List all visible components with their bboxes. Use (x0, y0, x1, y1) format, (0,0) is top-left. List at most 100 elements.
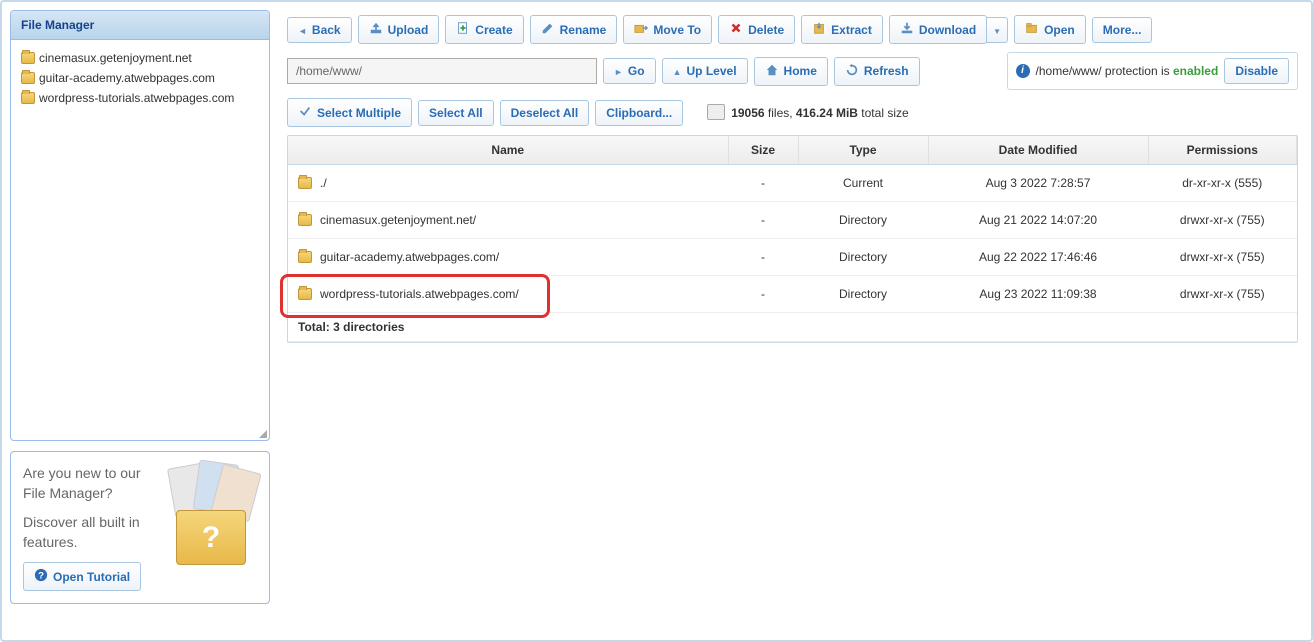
file-size: - (728, 239, 798, 276)
app-container: File Manager cinemasux.getenjoyment.net g… (0, 0, 1313, 642)
home-button[interactable]: Home (754, 57, 828, 86)
upload-label: Upload (388, 23, 429, 37)
arrow-left-icon (298, 23, 307, 37)
tree-item-label: guitar-academy.atwebpages.com (39, 71, 215, 85)
folder-icon (21, 92, 35, 104)
select-multiple-button[interactable]: Select Multiple (287, 98, 412, 127)
protection-label: protection is (1102, 64, 1173, 78)
open-icon (1025, 21, 1039, 38)
file-perm: drwxr-xr-x (755) (1148, 239, 1297, 276)
path-input[interactable] (287, 58, 597, 84)
file-table: Name Size Type Date Modified Permissions… (288, 136, 1297, 342)
file-type: Current (798, 165, 928, 202)
tree-item[interactable]: cinemasux.getenjoyment.net (17, 48, 263, 68)
sidebar: File Manager cinemasux.getenjoyment.net g… (10, 10, 270, 632)
create-icon (456, 21, 470, 38)
folder-icon (21, 72, 35, 84)
tutorial-text-1: Are you new to our File Manager? (23, 464, 153, 503)
tutorial-text-2: Discover all built in features. (23, 513, 153, 552)
col-name[interactable]: Name (288, 136, 728, 165)
extract-label: Extract (831, 23, 872, 37)
file-date: Aug 3 2022 7:28:57 (928, 165, 1148, 202)
back-label: Back (312, 23, 341, 37)
path-bar: Go Up Level Home Refresh i /home/www/ pr… (287, 52, 1298, 90)
info-icon: i (1016, 64, 1030, 78)
moveto-label: Move To (653, 23, 701, 37)
protection-bar: i /home/www/ protection is enabled Disab… (1007, 52, 1298, 90)
file-perm: dr-xr-xr-x (555) (1148, 165, 1297, 202)
table-row[interactable]: cinemasux.getenjoyment.net/-DirectoryAug… (288, 202, 1297, 239)
stats-l1: files, (765, 106, 796, 120)
download-button[interactable]: Download (889, 15, 987, 44)
protection-status: enabled (1173, 64, 1218, 78)
col-type[interactable]: Type (798, 136, 928, 165)
upload-icon (369, 21, 383, 38)
deselect-all-button[interactable]: Deselect All (500, 100, 590, 126)
extract-button[interactable]: Extract (801, 15, 883, 44)
file-perm: drwxr-xr-x (755) (1148, 202, 1297, 239)
download-icon (900, 21, 914, 38)
table-row[interactable]: ./-CurrentAug 3 2022 7:28:57dr-xr-xr-x (… (288, 165, 1297, 202)
folder-icon (298, 177, 312, 189)
refresh-icon (845, 63, 859, 80)
resize-handle-icon[interactable] (257, 428, 267, 438)
file-type: Directory (798, 239, 928, 276)
open-tutorial-button[interactable]: ? Open Tutorial (23, 562, 141, 591)
total-row: Total: 3 directories (288, 313, 1297, 342)
go-label: Go (628, 64, 645, 78)
more-label: More... (1103, 23, 1142, 37)
arrow-right-icon (614, 64, 623, 78)
download-dropdown[interactable] (986, 17, 1008, 43)
stats-count: 19056 (731, 106, 764, 120)
file-name: guitar-academy.atwebpages.com/ (320, 250, 499, 264)
file-size: - (728, 165, 798, 202)
files-icon (709, 106, 725, 120)
file-size: - (728, 202, 798, 239)
file-date: Aug 22 2022 17:46:46 (928, 239, 1148, 276)
tree-body: cinemasux.getenjoyment.net guitar-academy… (11, 40, 269, 440)
protection-text: /home/www/ protection is enabled (1036, 64, 1219, 78)
delete-button[interactable]: Delete (718, 15, 795, 44)
disable-button[interactable]: Disable (1224, 58, 1289, 84)
table-header-row: Name Size Type Date Modified Permissions (288, 136, 1297, 165)
more-button[interactable]: More... (1092, 17, 1153, 43)
file-name: wordpress-tutorials.atwebpages.com/ (320, 287, 519, 301)
stats-text: 19056 files, 416.24 MiB total size (731, 106, 908, 120)
rename-button[interactable]: Rename (530, 15, 618, 44)
refresh-button[interactable]: Refresh (834, 57, 920, 86)
clipboard-button[interactable]: Clipboard... (595, 100, 683, 126)
home-icon (765, 63, 779, 80)
uplevel-button[interactable]: Up Level (662, 58, 748, 84)
back-button[interactable]: Back (287, 17, 352, 43)
create-button[interactable]: Create (445, 15, 523, 44)
create-label: Create (475, 23, 512, 37)
tree-item-label: cinemasux.getenjoyment.net (39, 51, 192, 65)
moveto-button[interactable]: Move To (623, 15, 712, 44)
folder-icon (298, 214, 312, 226)
col-perm[interactable]: Permissions (1148, 136, 1297, 165)
delete-icon (729, 21, 743, 38)
tree-item[interactable]: wordpress-tutorials.atwebpages.com (17, 88, 263, 108)
file-type: Directory (798, 202, 928, 239)
tutorial-image: ? (161, 460, 261, 570)
col-size[interactable]: Size (728, 136, 798, 165)
folder-icon (21, 52, 35, 64)
table-row[interactable]: guitar-academy.atwebpages.com/ -Directory… (288, 239, 1297, 276)
panel-title: File Manager (11, 11, 269, 40)
tree-item[interactable]: guitar-academy.atwebpages.com (17, 68, 263, 88)
tree-item-label: wordpress-tutorials.atwebpages.com (39, 91, 234, 105)
folder-icon (298, 251, 312, 263)
rename-icon (541, 21, 555, 38)
arrow-up-icon (673, 64, 682, 78)
file-table-wrap: Name Size Type Date Modified Permissions… (287, 135, 1298, 343)
open-button[interactable]: Open (1014, 15, 1086, 44)
stats-l2: total size (858, 106, 909, 120)
table-row[interactable]: wordpress-tutorials.atwebpages.com/-Dire… (288, 276, 1297, 313)
upload-button[interactable]: Upload (358, 15, 440, 44)
extract-icon (812, 21, 826, 38)
col-date[interactable]: Date Modified (928, 136, 1148, 165)
delete-label: Delete (748, 23, 784, 37)
file-perm: drwxr-xr-x (755) (1148, 276, 1297, 313)
select-all-button[interactable]: Select All (418, 100, 494, 126)
go-button[interactable]: Go (603, 58, 656, 84)
